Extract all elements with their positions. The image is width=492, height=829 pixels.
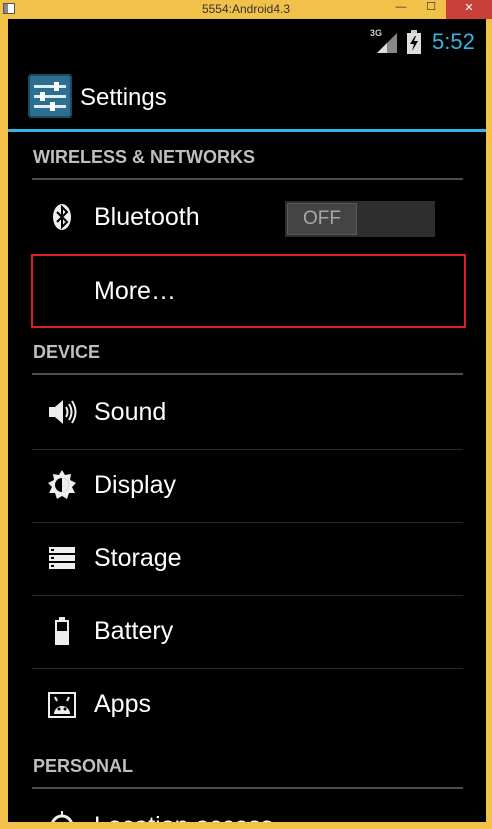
settings-item-storage[interactable]: Storage xyxy=(32,522,463,594)
actionbar-divider xyxy=(8,129,486,132)
battery-label: Battery xyxy=(94,617,174,645)
highlight-box xyxy=(31,254,466,328)
apps-label: Apps xyxy=(94,690,151,718)
window-titlebar[interactable]: 5554:Android4.3 — ☐ ✕ xyxy=(0,0,492,19)
section-header-wireless: WIRELESS & NETWORKS xyxy=(33,147,256,167)
storage-icon xyxy=(49,547,75,569)
battery-charging-icon xyxy=(407,30,421,54)
window-frame-bottom xyxy=(0,822,492,829)
section-header-personal: PERSONAL xyxy=(33,756,134,776)
bluetooth-toggle-state: OFF xyxy=(287,203,357,235)
bluetooth-icon xyxy=(53,204,71,230)
status-time: 5:52 xyxy=(432,29,475,54)
minimize-button[interactable]: — xyxy=(388,0,414,19)
maximize-button[interactable]: ☐ xyxy=(418,0,444,19)
bluetooth-label: Bluetooth xyxy=(94,203,200,231)
settings-item-battery[interactable]: Battery xyxy=(32,595,463,667)
settings-item-location[interactable]: Location access xyxy=(32,790,463,822)
section-header-device: DEVICE xyxy=(33,342,101,362)
settings-sliders-icon[interactable] xyxy=(28,74,72,118)
window-frame-right xyxy=(486,19,492,829)
section-rule xyxy=(32,373,463,375)
android-screen: 3G 5:52 Settings WIRELESS & NETWORKS Blu… xyxy=(8,19,486,822)
location-icon xyxy=(51,811,73,822)
sound-label: Sound xyxy=(94,398,167,426)
section-rule xyxy=(32,787,463,789)
speaker-icon xyxy=(49,400,77,424)
settings-item-bluetooth[interactable]: Bluetooth OFF xyxy=(32,181,463,253)
page-title: Settings xyxy=(80,84,167,111)
storage-label: Storage xyxy=(94,544,182,572)
battery-icon xyxy=(55,617,69,645)
signal-icon xyxy=(377,33,397,53)
window-frame-left xyxy=(0,19,8,829)
display-label: Display xyxy=(94,471,176,499)
status-bar: 3G 5:52 xyxy=(8,19,486,63)
settings-item-apps[interactable]: Apps xyxy=(32,668,463,740)
section-rule xyxy=(32,178,463,180)
brightness-icon xyxy=(48,470,76,499)
settings-item-display[interactable]: Display xyxy=(32,449,463,521)
location-label: Location access xyxy=(94,812,273,822)
close-button[interactable]: ✕ xyxy=(446,0,492,19)
bluetooth-toggle[interactable]: OFF xyxy=(285,201,435,237)
apps-icon xyxy=(48,692,76,718)
action-bar: Settings xyxy=(8,63,486,129)
settings-item-sound[interactable]: Sound xyxy=(32,376,463,448)
